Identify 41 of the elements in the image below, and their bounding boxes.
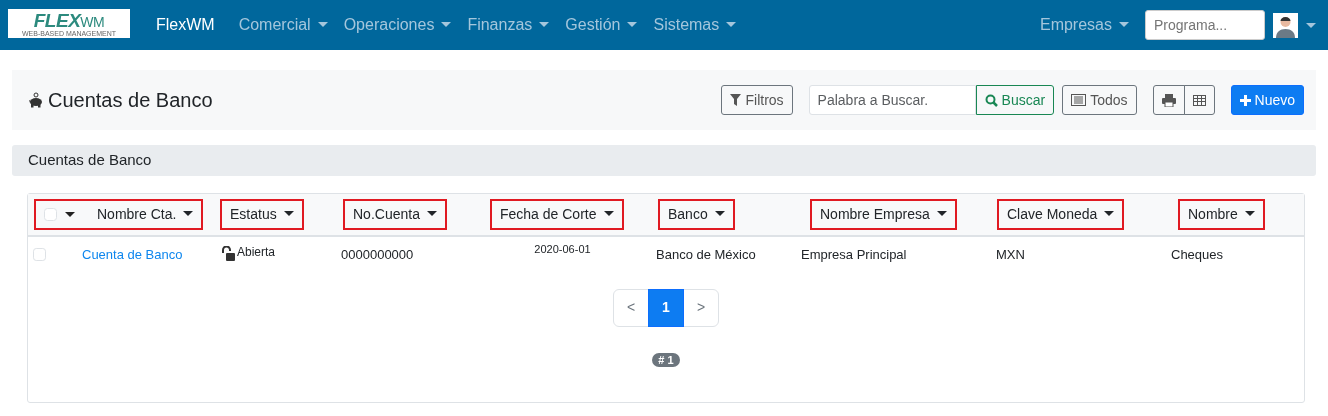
column-header[interactable]: Banco: [668, 204, 725, 225]
page-title: Cuentas de Banco: [48, 88, 213, 113]
caret-icon[interactable]: [65, 212, 75, 217]
section-title: Cuentas de Banco: [28, 150, 152, 171]
table-icon: [1192, 94, 1206, 106]
search-icon: [984, 93, 998, 107]
row-checkbox[interactable]: [33, 248, 46, 262]
record-count: # 1: [652, 352, 680, 367]
search-field[interactable]: Palabra a Buscar.: [808, 85, 976, 115]
filters-button[interactable]: Filtros: [721, 85, 793, 115]
unlocked-padlock-icon: [221, 246, 235, 262]
logo-wordmark: FLEXWM: [33, 10, 105, 30]
page-button[interactable]: 1: [648, 288, 684, 327]
nav-menu[interactable]: Comercial: [230, 13, 336, 37]
brand-link[interactable]: FlexWM: [156, 13, 215, 37]
table-cell: 0000000000: [341, 247, 414, 262]
next-page-button[interactable]: >: [683, 288, 719, 327]
program-field[interactable]: Programa...: [1145, 10, 1265, 40]
search-button[interactable]: Buscar: [975, 85, 1055, 115]
table-view-button[interactable]: [1183, 85, 1215, 115]
account-link[interactable]: Cuenta de Banco: [82, 245, 183, 265]
table-cell: MXN: [996, 247, 1025, 262]
table-cell: 2020-06-01: [534, 243, 591, 255]
print-button[interactable]: [1152, 85, 1185, 115]
piggy-bank-icon: [28, 92, 44, 108]
table-cell: Empresa Principal: [801, 247, 907, 262]
status-text: Abierta: [237, 245, 276, 259]
select-all-checkbox[interactable]: [44, 208, 57, 221]
plus-icon: [1239, 94, 1251, 106]
all-button[interactable]: Todos: [1062, 85, 1137, 115]
new-button[interactable]: Nuevo: [1230, 85, 1304, 115]
table-cell: Cheques: [1171, 247, 1224, 262]
previous-page-button[interactable]: <: [613, 288, 649, 327]
nav-menu[interactable]: Gestión: [557, 13, 646, 37]
nav-menu[interactable]: Sistemas: [645, 13, 745, 37]
nav-menu[interactable]: Finanzas: [459, 13, 558, 37]
table-cell: Banco de México: [656, 247, 756, 262]
filter-icon: [730, 94, 742, 106]
printer-icon: [1161, 93, 1176, 107]
nav-menu[interactable]: Operaciones: [335, 13, 460, 37]
nav-menu[interactable]: Empresas: [1031, 13, 1137, 37]
